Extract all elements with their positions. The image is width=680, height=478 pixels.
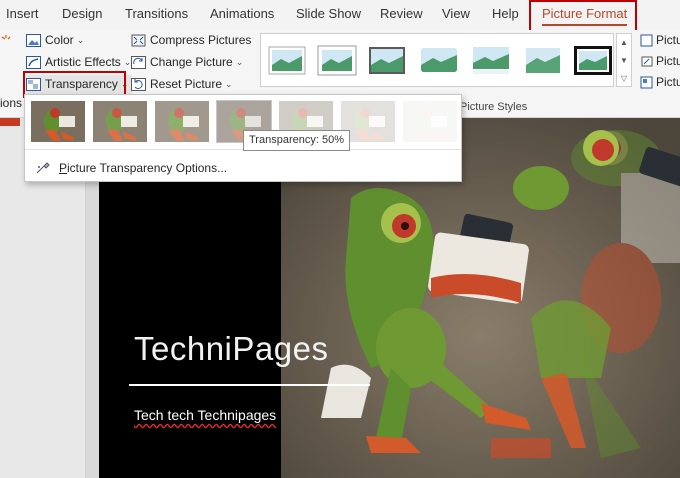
frog-thumbnail-icon [93,101,147,142]
transparency-preset-15[interactable] [92,100,148,143]
color-label: Color [45,33,74,47]
picture-border-button[interactable]: Pictu [640,30,680,50]
picture-style-5[interactable] [471,45,511,76]
artistic-effects-button[interactable]: Artistic Effects ⌄ [26,53,131,72]
transparency-preset-95[interactable] [402,100,458,143]
gallery-more-icon[interactable]: ▽ [617,70,631,88]
transparency-preset-30[interactable] [154,100,210,143]
picture-styles-gallery [260,33,614,87]
tab-design[interactable]: Design [62,0,102,30]
tab-view[interactable]: View [442,0,470,30]
transparency-preset-0[interactable] [30,100,86,143]
sun-icon [1,35,11,40]
corrections-label-cut: ions [0,96,23,110]
picture-style-6[interactable] [523,45,563,76]
frog-thumbnail-icon [31,101,85,142]
slide-subtitle[interactable]: Tech tech Technipages [134,407,276,423]
frog-thumbnail-icon [155,101,209,142]
transparency-label: Transparency [45,77,118,91]
tab-animations[interactable]: Animations [210,0,274,30]
picture-layout-icon [640,76,653,88]
color-button[interactable]: Color ⌄ [26,31,84,50]
tab-review[interactable]: Review [380,0,423,30]
picture-layout-label: Pictu [656,75,680,89]
change-picture-icon [131,56,146,69]
compress-pictures-button[interactable]: Compress Pictures [131,31,251,50]
gallery-down-icon[interactable]: ▼ [617,52,631,70]
slide-title[interactable]: TechniPages [134,330,328,368]
tab-slide-show[interactable]: Slide Show [296,0,361,30]
change-picture-label: Change Picture [150,55,233,69]
artistic-effects-label: Artistic Effects [45,55,121,69]
tab-help[interactable]: Help [492,0,519,30]
transparency-icon [26,78,41,91]
compress-pictures-label: Compress Pictures [150,33,252,47]
artistic-effects-icon [26,56,41,69]
picture-layout-button[interactable]: Pictu [640,72,680,92]
picture-style-3[interactable] [367,45,407,76]
tab-insert[interactable]: Insert [6,0,39,30]
color-icon [26,34,41,47]
picture-style-7[interactable] [573,45,613,76]
picture-styles-group-label: Picture Styles [460,101,528,113]
frog-thumbnail-icon [403,101,457,142]
picture-effects-label: Pictu [656,54,680,68]
transparency-options-icon [36,162,50,174]
options-access-key: P [59,161,68,175]
change-picture-button[interactable]: Change Picture ⌄ [131,53,243,72]
gallery-scroll[interactable]: ▲ ▼ ▽ [616,33,632,87]
slide-thumbnail-selected[interactable] [0,118,20,126]
reset-picture-icon [131,78,146,91]
reset-picture-label: Reset Picture [150,77,223,91]
picture-transparency-options-item[interactable]: Picture Transparency Options... [35,157,227,179]
transparency-tooltip: Transparency: 50% [243,130,350,151]
compress-icon [131,34,146,47]
options-label: icture Transparency Options... [67,161,228,175]
picture-border-label: Pictu [656,33,680,47]
transparency-button[interactable]: Transparency ⌄ [26,75,133,94]
picture-style-1[interactable] [267,45,307,76]
reset-picture-button[interactable]: Reset Picture ⌄ [131,75,233,94]
tab-picture-format[interactable]: Picture Format [542,0,628,30]
picture-style-4[interactable] [419,45,459,76]
tab-transitions[interactable]: Transitions [125,0,188,30]
picture-effects-icon [641,56,653,66]
picture-border-icon [640,34,653,46]
title-underline-rule [129,384,370,386]
picture-style-2[interactable] [317,45,357,76]
gallery-up-icon[interactable]: ▲ [617,34,631,52]
picture-effects-button[interactable]: Pictu [640,51,680,71]
ribbon-tab-bar: Insert Design Transitions Animations Sli… [0,0,680,30]
